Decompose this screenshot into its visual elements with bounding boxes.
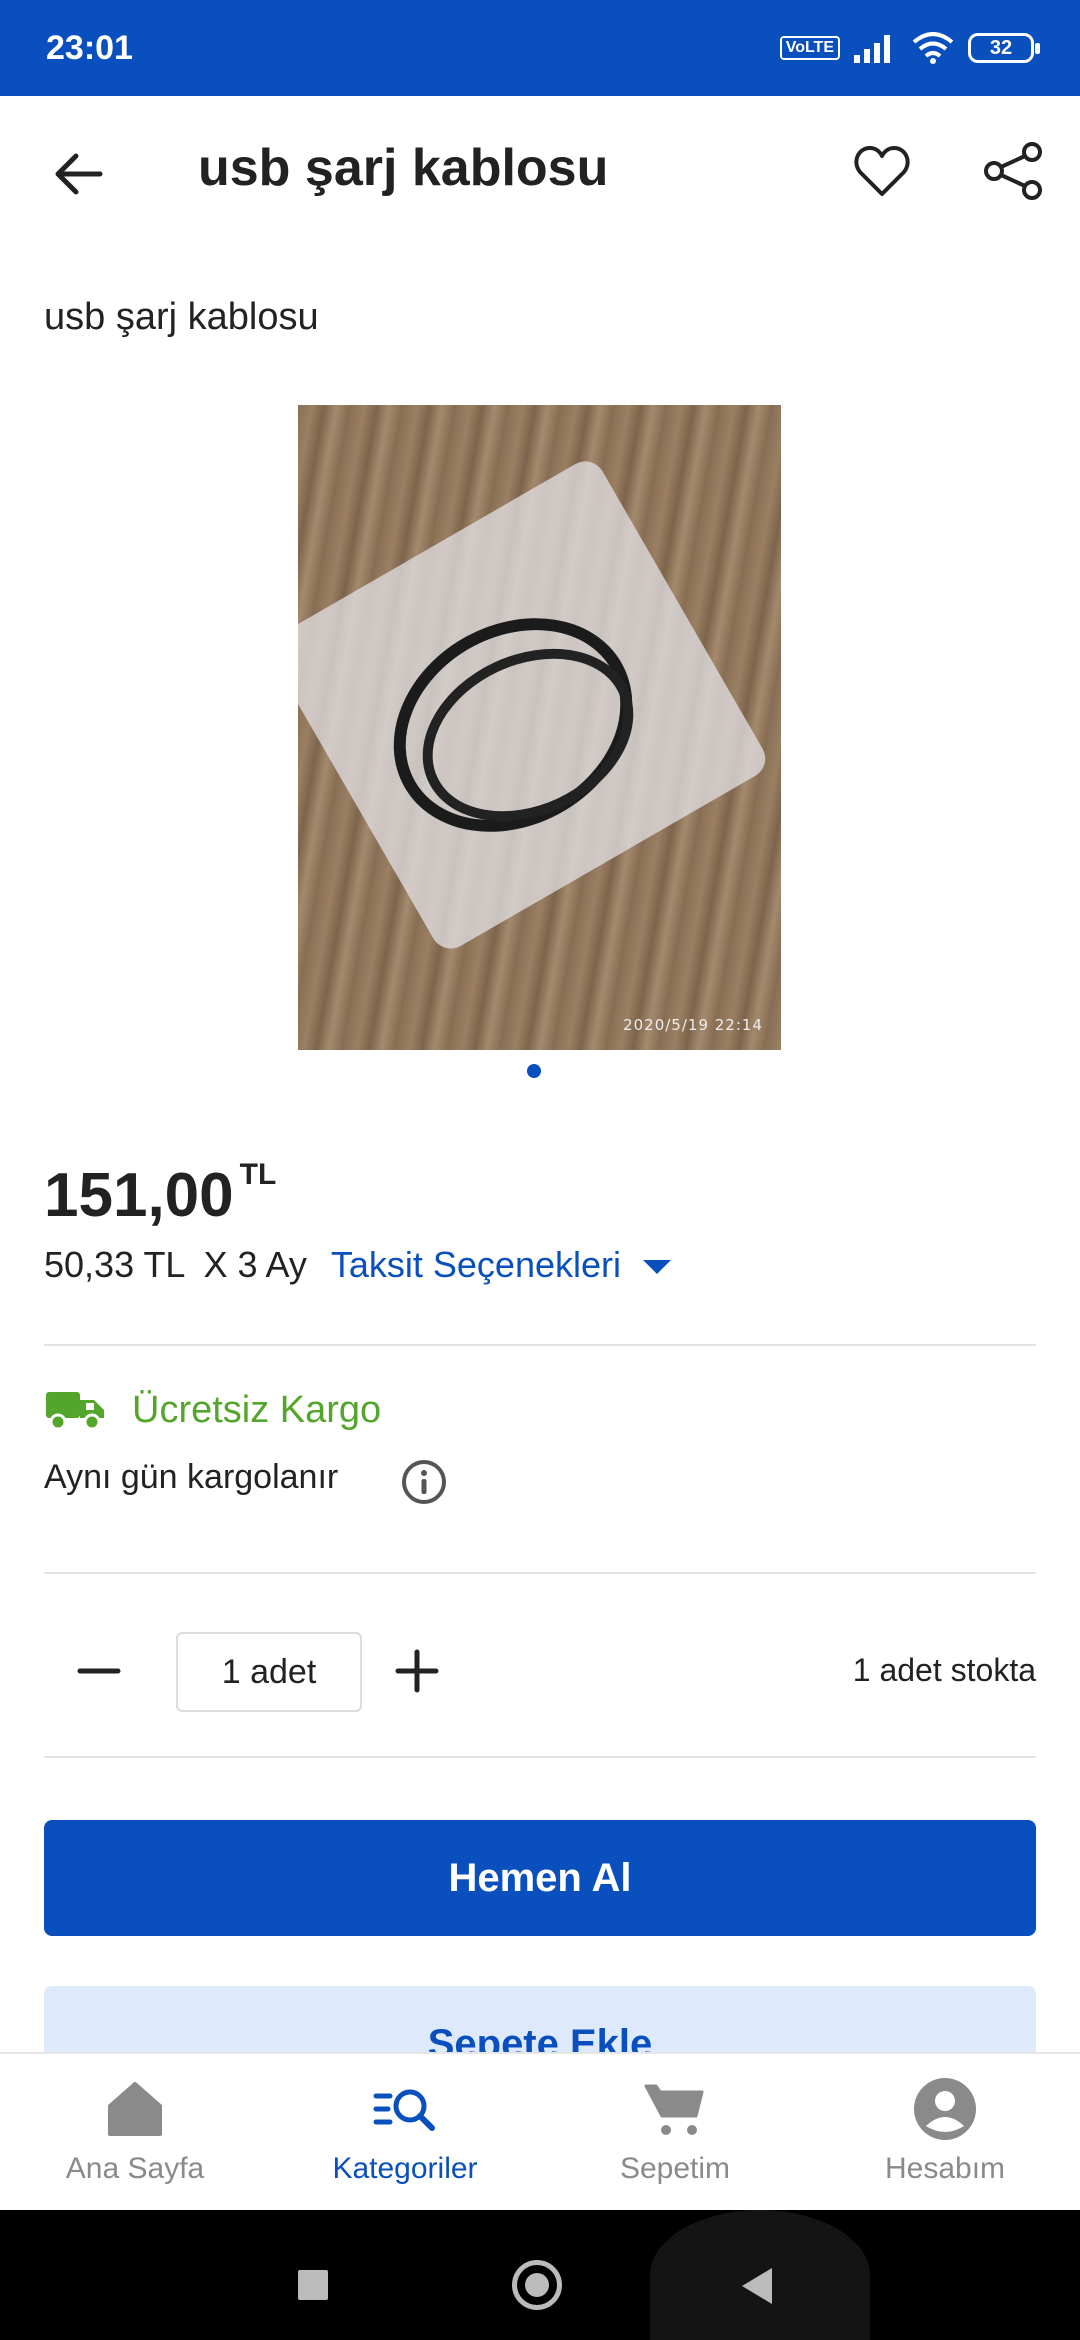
- system-nav-bar: [0, 2210, 1080, 2340]
- home-button-icon[interactable]: [512, 2260, 562, 2310]
- nav-label: Ana Sayfa: [65, 2152, 205, 2185]
- nav-item-categories[interactable]: Kategoriler: [270, 2054, 540, 2210]
- installment-options-link[interactable]: Taksit Seçenekleri: [331, 1244, 621, 1286]
- share-icon[interactable]: [982, 140, 1044, 202]
- truck-icon: [46, 1392, 104, 1431]
- status-bar: 23:01 VoLTE 32: [0, 0, 1080, 96]
- product-image[interactable]: 2020/5/19 22:14: [298, 405, 781, 1050]
- system-back-icon[interactable]: [742, 2268, 772, 2304]
- bottom-nav: Ana Sayfa Kategoriler Sepetim Hesabım: [0, 2052, 1080, 2210]
- account-icon: [914, 2078, 976, 2140]
- same-day-shipping-text: Aynı gün kargolanır: [44, 1458, 339, 1496]
- plus-icon[interactable]: [388, 1642, 446, 1700]
- nav-item-home[interactable]: Ana Sayfa: [0, 2054, 270, 2210]
- nav-label: Hesabım: [884, 2152, 1006, 2185]
- installment-amount: 50,33 TL: [44, 1244, 186, 1285]
- signal-icon: [854, 35, 890, 63]
- product-name: usb şarj kablosu: [44, 296, 319, 338]
- installment-months: X 3 Ay: [203, 1244, 307, 1285]
- categories-search-icon: [373, 2089, 435, 2131]
- home-icon: [108, 2082, 162, 2136]
- heart-icon[interactable]: [852, 142, 912, 202]
- caret-down-icon[interactable]: [643, 1260, 672, 1274]
- wifi-icon: [912, 32, 954, 64]
- free-shipping-label: Ücretsiz Kargo: [132, 1388, 382, 1431]
- quantity-field[interactable]: 1 adet: [176, 1632, 362, 1712]
- price-value: 151,00: [44, 1161, 234, 1230]
- status-time: 23:01: [46, 28, 133, 67]
- price: 151,00 TL: [44, 1158, 277, 1231]
- app-header: usb şarj kablosu: [0, 96, 1080, 248]
- image-pager-dot: [527, 1064, 541, 1078]
- nav-item-cart[interactable]: Sepetim: [540, 2054, 810, 2210]
- image-timestamp: 2020/5/19 22:14: [623, 1016, 763, 1034]
- free-shipping-row: Ücretsiz Kargo: [44, 1388, 381, 1432]
- installment-row: 50,33 TL X 3 Ay Taksit Seçenekleri: [44, 1244, 672, 1286]
- cart-icon: [644, 2084, 704, 2135]
- buy-now-button[interactable]: Hemen Al: [44, 1820, 1036, 1936]
- back-arrow-icon[interactable]: [48, 144, 108, 204]
- divider: [44, 1344, 1036, 1346]
- price-currency: TL: [239, 1158, 277, 1191]
- battery-icon: 32: [968, 33, 1040, 63]
- page-title: usb şarj kablosu: [198, 139, 609, 197]
- divider: [44, 1756, 1036, 1758]
- recent-apps-icon[interactable]: [298, 2270, 328, 2300]
- minus-icon[interactable]: [70, 1642, 128, 1700]
- status-icons: VoLTE 32: [779, 32, 1040, 64]
- nav-label: Kategoriler: [332, 2152, 478, 2185]
- nav-item-account[interactable]: Hesabım: [810, 2054, 1080, 2210]
- nav-label: Sepetim: [619, 2152, 731, 2185]
- divider: [44, 1572, 1036, 1574]
- info-icon[interactable]: [400, 1458, 448, 1506]
- volte-icon: VoLTE: [779, 36, 840, 60]
- stock-info: 1 adet stokta: [852, 1652, 1036, 1688]
